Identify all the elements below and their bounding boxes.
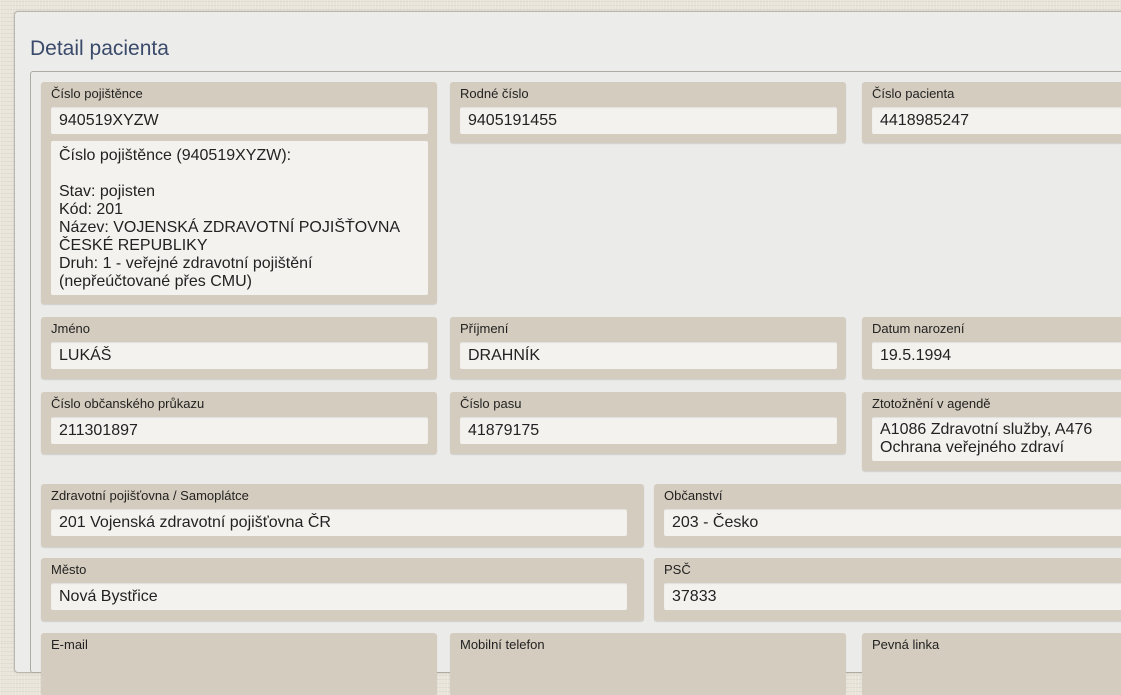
insurance-company-value[interactable]: 201 Vojenská zdravotní pojišťovna ČR xyxy=(51,509,627,536)
info-type: Druh: 1 - veřejné zdravotní pojištění (n… xyxy=(59,255,313,290)
field-pevna: Pevná linka xyxy=(862,633,1121,695)
info-header: Číslo pojištěnce (940519XYZW): xyxy=(59,147,292,164)
field-label: Číslo pasu xyxy=(460,396,522,411)
info-name: Název: VOJENSKÁ ZDRAVOTNÍ POJIŠŤOVNA ČES… xyxy=(59,219,400,254)
field-mesto: Město Nová Bystřice xyxy=(41,558,644,621)
field-email: E-mail xyxy=(41,633,437,695)
field-cislo-pasu: Číslo pasu 41879175 xyxy=(450,392,846,454)
page-title: Detail pacienta xyxy=(30,37,169,60)
field-label: Datum narození xyxy=(872,321,965,336)
field-prijmeni: Příjmení DRAHNÍK xyxy=(450,317,846,379)
field-label: E-mail xyxy=(51,637,88,652)
info-status: Stav: pojisten xyxy=(59,183,156,200)
field-label: Město xyxy=(51,562,87,577)
last-name-value[interactable]: DRAHNÍK xyxy=(460,342,837,369)
field-psc: PSČ 37833 xyxy=(654,558,1121,621)
city-value[interactable]: Nová Bystřice xyxy=(51,583,627,610)
field-label: Číslo pojištěnce xyxy=(51,86,143,101)
insurance-number-value[interactable]: 940519XYZW xyxy=(51,107,428,134)
info-code: Kód: 201 xyxy=(59,201,124,218)
field-label: Občanství xyxy=(664,488,723,503)
field-label: Pevná linka xyxy=(872,637,940,652)
field-label: Číslo pacienta xyxy=(872,86,955,101)
birth-date-value[interactable]: 19.5.1994 xyxy=(872,342,1121,369)
field-label: Zdravotní pojišťovna / Samoplátce xyxy=(51,488,249,503)
insurance-info-box: Číslo pojištěnce (940519XYZW): Stav: poj… xyxy=(51,141,428,295)
patient-number-value[interactable]: 4418985247 xyxy=(872,107,1121,134)
field-label: PSČ xyxy=(664,562,691,577)
field-label: Rodné číslo xyxy=(460,86,529,101)
field-cislo-pacienta: Číslo pacienta 4418985247 xyxy=(862,82,1121,143)
field-label: Jméno xyxy=(51,321,91,336)
field-cislo-op: Číslo občanského průkazu 211301897 xyxy=(41,392,437,454)
postal-code-value[interactable]: 37833 xyxy=(664,583,1121,610)
field-obcanstvi: Občanství 203 - Česko xyxy=(654,484,1121,547)
field-rodne-cislo: Rodné číslo 9405191455 xyxy=(450,82,846,143)
field-pojistovna: Zdravotní pojišťovna / Samoplátce 201 Vo… xyxy=(41,484,644,547)
field-cislo-pojistence: Číslo pojištěnce 940519XYZW Číslo pojišt… xyxy=(41,82,437,304)
field-datum-narozeni: Datum narození 19.5.1994 xyxy=(862,317,1121,379)
agenda-identification-value[interactable]: A1086 Zdravotní služby, A476 Ochrana veř… xyxy=(872,417,1121,461)
field-label: Ztotožnění v agendě xyxy=(872,396,991,411)
id-card-number-value[interactable]: 211301897 xyxy=(51,417,428,444)
birth-number-value[interactable]: 9405191455 xyxy=(460,107,837,134)
citizenship-value[interactable]: 203 - Česko xyxy=(664,509,1121,536)
field-ztotozneni: Ztotožnění v agendě A1086 Zdravotní služ… xyxy=(862,392,1121,471)
first-name-value[interactable]: LUKÁŠ xyxy=(51,342,428,369)
field-label: Mobilní telefon xyxy=(460,637,545,652)
field-label: Číslo občanského průkazu xyxy=(51,396,205,411)
passport-number-value[interactable]: 41879175 xyxy=(460,417,837,444)
field-jmeno: Jméno LUKÁŠ xyxy=(41,317,437,379)
field-mobil: Mobilní telefon xyxy=(450,633,846,695)
field-label: Příjmení xyxy=(460,321,509,336)
